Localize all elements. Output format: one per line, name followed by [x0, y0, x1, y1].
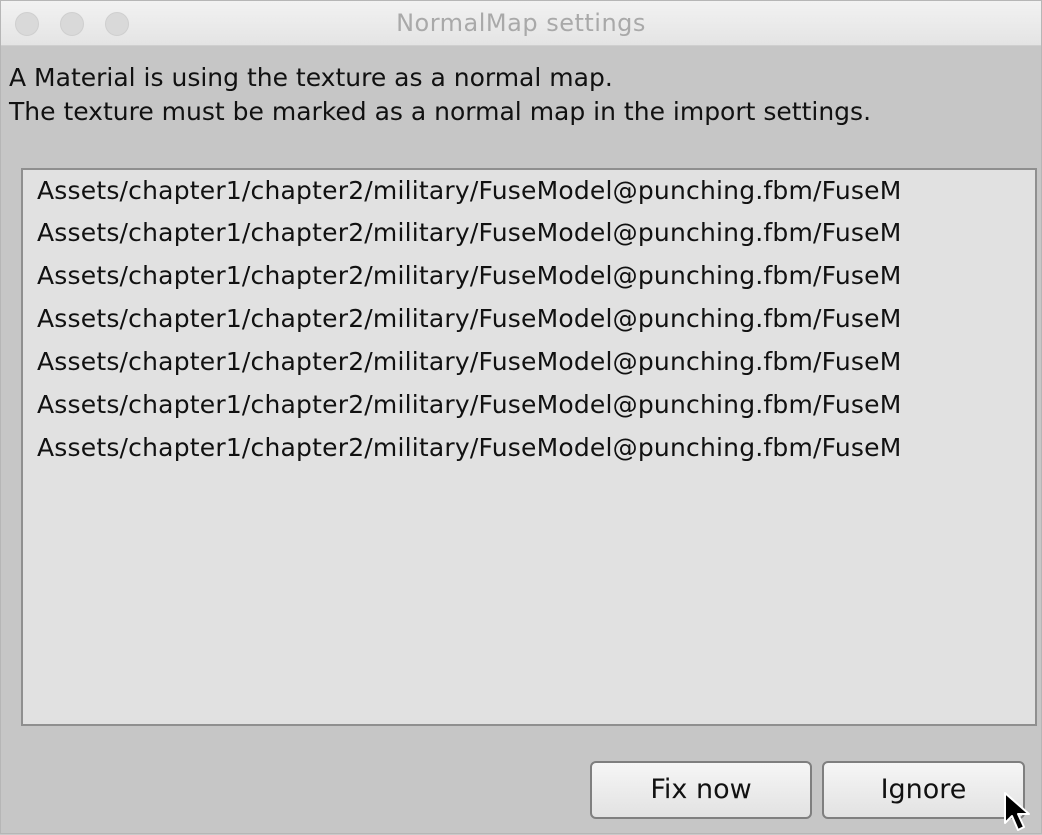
mouse-pointer-icon — [1004, 792, 1030, 831]
dialog-message: A Material is using the texture as a nor… — [9, 61, 871, 129]
ignore-button[interactable]: Ignore — [822, 761, 1025, 819]
message-line-1: A Material is using the texture as a nor… — [9, 63, 613, 92]
list-item[interactable]: Assets/chapter1/chapter2/military/FuseMo… — [37, 389, 902, 421]
list-item[interactable]: Assets/chapter1/chapter2/military/FuseMo… — [37, 432, 902, 464]
fix-now-button[interactable]: Fix now — [590, 761, 812, 819]
list-item[interactable]: Assets/chapter1/chapter2/military/FuseMo… — [37, 175, 902, 207]
list-item[interactable]: Assets/chapter1/chapter2/military/FuseMo… — [37, 303, 902, 335]
list-item[interactable]: Assets/chapter1/chapter2/military/FuseMo… — [37, 217, 902, 249]
window-title: NormalMap settings — [396, 9, 646, 37]
list-item[interactable]: Assets/chapter1/chapter2/military/FuseMo… — [37, 260, 902, 292]
title-bar[interactable]: NormalMap settings — [1, 1, 1041, 46]
list-item[interactable]: Assets/chapter1/chapter2/military/FuseMo… — [37, 346, 902, 378]
message-line-2: The texture must be marked as a normal m… — [9, 97, 872, 126]
normalmap-settings-dialog: NormalMap settings A Material is using t… — [0, 0, 1042, 834]
asset-path-list[interactable]: Assets/chapter1/chapter2/military/FuseMo… — [21, 168, 1037, 726]
